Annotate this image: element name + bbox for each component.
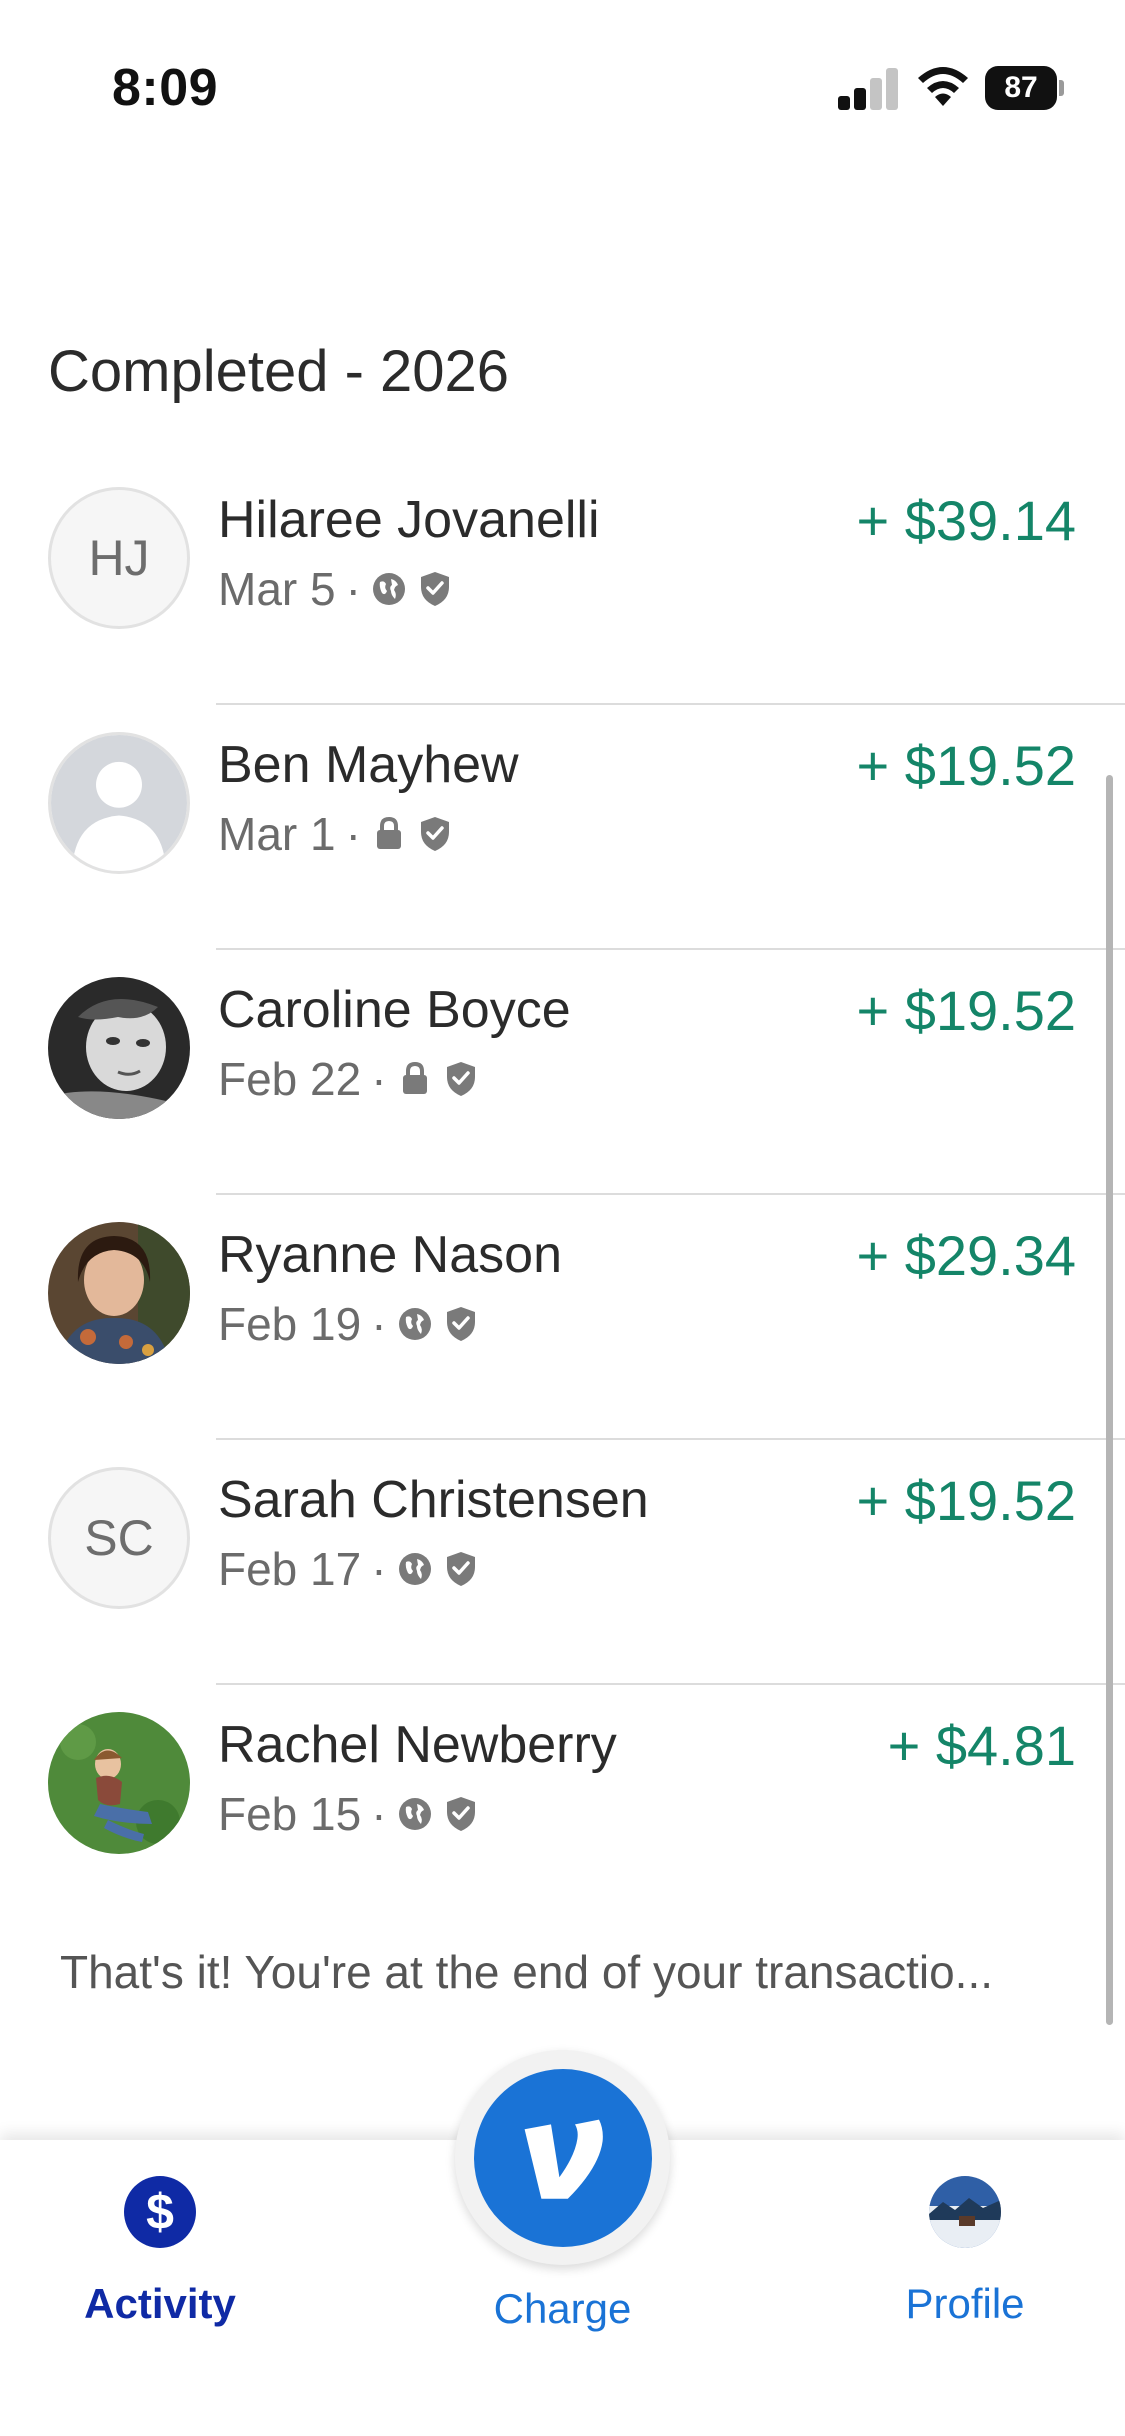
- battery-level: 87: [985, 66, 1057, 110]
- meta-separator: ·: [345, 563, 361, 615]
- transaction-name: Ryanne Nason: [218, 1226, 562, 1284]
- shield-icon: [417, 570, 453, 608]
- transaction-date: Feb 22: [218, 1053, 362, 1105]
- transaction-row[interactable]: Caroline Boyce Feb 22 · + $19.52: [0, 950, 1125, 1195]
- avatar: [48, 1712, 190, 1854]
- end-of-list-note: That's it! You're at the end of your tra…: [60, 1946, 994, 1998]
- transaction-date: Mar 5: [218, 563, 336, 615]
- transaction-meta: Feb 19 ·: [218, 1298, 489, 1350]
- transaction-date: Feb 17: [218, 1543, 362, 1595]
- tab-activity-label: Activity: [84, 2280, 236, 2327]
- transaction-name: Hilaree Jovanelli: [218, 491, 600, 549]
- shield-icon: [417, 815, 453, 853]
- transaction-row[interactable]: Ben Mayhew Mar 1 · + $19.52: [0, 705, 1125, 950]
- section-title: Completed - 2026: [48, 339, 510, 404]
- transaction-name: Ben Mayhew: [218, 736, 519, 794]
- battery-icon: 87: [985, 66, 1065, 110]
- avatar: [48, 1222, 190, 1364]
- tab-profile[interactable]: Profile: [865, 2140, 1065, 2328]
- status-bar: 8:09 87: [0, 0, 1125, 150]
- dollar-icon: $: [124, 2176, 196, 2248]
- default-avatar-icon: [48, 732, 190, 874]
- avatar: HJ: [48, 487, 190, 629]
- globe-icon: [397, 1305, 433, 1343]
- transaction-meta: Feb 17 ·: [218, 1543, 489, 1595]
- avatar: [48, 977, 190, 1119]
- transaction-meta: Mar 1 ·: [218, 808, 463, 860]
- globe-icon: [397, 1550, 433, 1588]
- transaction-date: Feb 15: [218, 1788, 362, 1840]
- charge-button[interactable]: Charge: [455, 2050, 670, 2333]
- meta-separator: ·: [371, 1053, 387, 1105]
- globe-icon: [371, 570, 407, 608]
- tab-charge-label: Charge: [493, 2285, 632, 2332]
- shield-icon: [443, 1060, 479, 1098]
- transaction-amount: + $19.52: [856, 979, 1076, 1042]
- transaction-meta: Mar 5 ·: [218, 563, 463, 615]
- meta-separator: ·: [371, 1543, 387, 1595]
- cellular-signal-icon: [838, 66, 900, 110]
- transaction-date: Feb 19: [218, 1298, 362, 1350]
- transaction-row[interactable]: SC Sarah Christensen Feb 17 · + $19.52: [0, 1440, 1125, 1685]
- wifi-icon: [915, 64, 971, 110]
- transaction-name: Caroline Boyce: [218, 981, 571, 1039]
- profile-avatar: [929, 2176, 1001, 2248]
- avatar: SC: [48, 1467, 190, 1609]
- transaction-amount: + $4.81: [887, 1714, 1076, 1777]
- transaction-name: Sarah Christensen: [218, 1471, 649, 1529]
- transaction-amount: + $19.52: [856, 1469, 1076, 1532]
- globe-icon: [397, 1795, 433, 1833]
- transaction-row[interactable]: Rachel Newberry Feb 15 · + $4.81: [0, 1685, 1125, 1930]
- meta-separator: ·: [345, 808, 361, 860]
- meta-separator: ·: [371, 1788, 387, 1840]
- transaction-meta: Feb 22 ·: [218, 1053, 489, 1105]
- transaction-name: Rachel Newberry: [218, 1716, 617, 1774]
- transaction-amount: + $29.34: [856, 1224, 1076, 1287]
- shield-icon: [443, 1550, 479, 1588]
- lock-icon: [397, 1060, 433, 1098]
- meta-separator: ·: [371, 1298, 387, 1350]
- charge-button-ring: [455, 2050, 670, 2265]
- transaction-amount: + $19.52: [856, 734, 1076, 797]
- shield-icon: [443, 1305, 479, 1343]
- tab-activity[interactable]: $ Activity: [60, 2140, 260, 2328]
- transaction-row[interactable]: Ryanne Nason Feb 19 · + $29.34: [0, 1195, 1125, 1440]
- status-time: 8:09: [112, 59, 219, 117]
- shield-icon: [443, 1795, 479, 1833]
- transaction-list: HJ Hilaree Jovanelli Mar 5 · + $39.14 Be…: [0, 460, 1125, 1930]
- scrollbar[interactable]: [1106, 775, 1113, 2025]
- venmo-logo-icon[interactable]: [473, 2068, 652, 2247]
- transaction-meta: Feb 15 ·: [218, 1788, 489, 1840]
- transaction-date: Mar 1: [218, 808, 336, 860]
- transaction-row[interactable]: HJ Hilaree Jovanelli Mar 5 · + $39.14: [0, 460, 1125, 705]
- transaction-amount: + $39.14: [856, 489, 1076, 552]
- lock-icon: [371, 815, 407, 853]
- tab-profile-label: Profile: [905, 2280, 1025, 2327]
